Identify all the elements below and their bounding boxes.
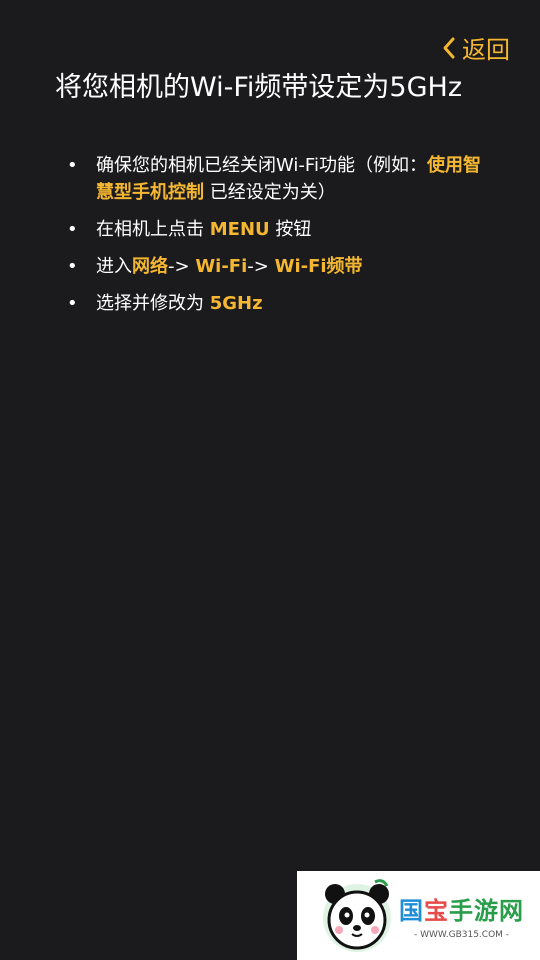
watermark-title: 国宝手游网 — [399, 897, 524, 925]
step-item: • 确保您的相机已经关闭Wi-Fi功能（例如：使用智慧型手机控制 已经设定为关） — [62, 152, 492, 206]
step-text: 按钮 — [269, 219, 312, 240]
watermark-url: - WWW.GB315.COM - — [413, 930, 510, 940]
step-text: 在相机上点击 — [96, 219, 210, 240]
highlighted-term: MENU — [209, 219, 270, 240]
panda-logo-icon — [323, 878, 391, 952]
step-text: -> — [168, 256, 196, 277]
watermark: 国宝手游网 - WWW.GB315.COM - — [297, 871, 540, 960]
highlighted-term: 5GHz — [209, 293, 263, 314]
chevron-left-icon — [442, 36, 456, 60]
step-text: 确保您的相机已经关闭Wi-Fi功能（例如： — [96, 155, 427, 176]
page-title: 将您相机的Wi-Fi频带设定为5GHz — [55, 72, 462, 103]
step-text: 选择并修改为 — [96, 293, 210, 314]
steps-list: • 确保您的相机已经关闭Wi-Fi功能（例如：使用智慧型手机控制 已经设定为关） •… — [62, 152, 492, 327]
bullet-icon: • — [67, 155, 78, 176]
back-label: 返回 — [462, 36, 510, 64]
step-text: -> — [247, 256, 275, 277]
highlighted-term: Wi-Fi频带 — [274, 256, 363, 277]
bullet-icon: • — [67, 293, 78, 314]
highlighted-term: 网络 — [132, 256, 168, 277]
step-item: • 进入网络-> Wi-Fi-> Wi-Fi频带 — [62, 253, 492, 280]
step-item: • 选择并修改为 5GHz — [62, 290, 492, 317]
back-button[interactable]: 返回 — [442, 30, 510, 65]
step-text: 已经设定为关） — [204, 182, 336, 203]
highlighted-term: Wi-Fi — [195, 256, 248, 277]
step-item: • 在相机上点击 MENU 按钮 — [62, 216, 492, 243]
step-text: 进入 — [96, 256, 132, 277]
bullet-icon: • — [67, 256, 78, 277]
bullet-icon: • — [67, 219, 78, 240]
